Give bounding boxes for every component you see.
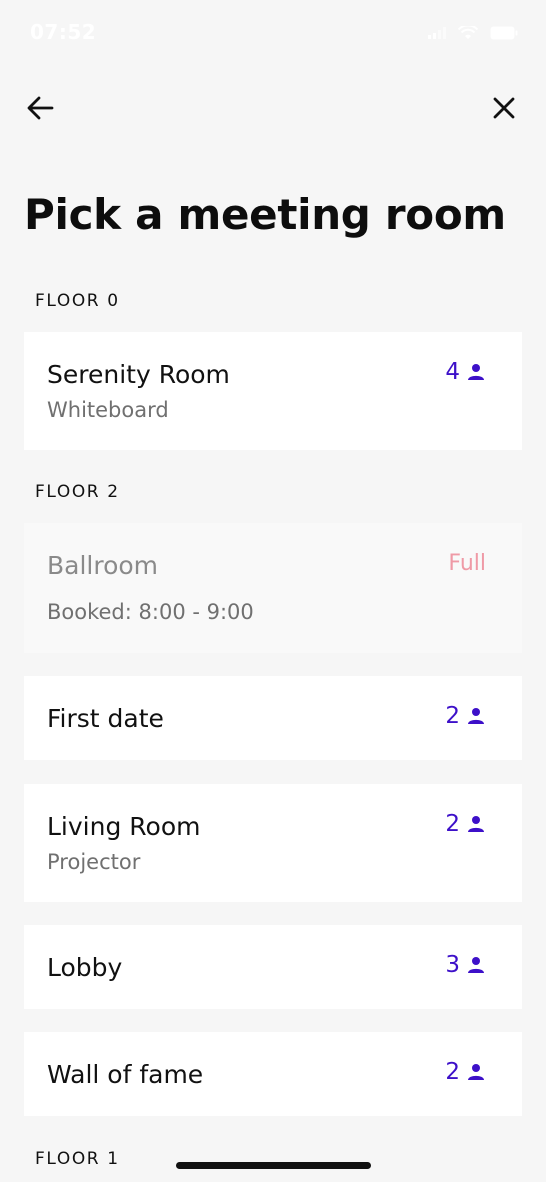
status-icons [428, 26, 518, 40]
room-detail: Projector [47, 850, 141, 874]
capacity-badge: 3 [445, 952, 486, 978]
booking-info: Booked: 8:00 - 9:00 [47, 600, 254, 624]
close-button[interactable] [488, 92, 520, 124]
signal-icon [428, 27, 446, 39]
arrow-left-icon [27, 96, 54, 120]
room-name: Living Room [47, 812, 201, 841]
capacity-count: 2 [445, 703, 460, 729]
capacity-badge: 2 [445, 703, 486, 729]
room-name: Lobby [47, 953, 123, 982]
back-button[interactable] [24, 92, 58, 124]
status-bar: 07:52 [0, 0, 546, 66]
section-header-floor-1: FLOOR 1 [35, 1149, 120, 1169]
battery-icon [490, 26, 518, 40]
room-name: Wall of fame [47, 1060, 204, 1089]
room-card-ballroom: Ballroom Booked: 8:00 - 9:00 Full [24, 523, 522, 653]
room-name: Serenity Room [47, 360, 230, 389]
capacity-count: 2 [445, 1059, 460, 1085]
room-card-wall-of-fame[interactable]: Wall of fame 2 [24, 1032, 522, 1116]
room-card-living-room[interactable]: Living Room Projector 2 [24, 784, 522, 902]
person-icon [468, 816, 484, 832]
section-header-floor-0: FLOOR 0 [35, 291, 120, 311]
capacity-count: 3 [445, 952, 460, 978]
capacity-badge: 4 [445, 359, 486, 385]
capacity-badge: 2 [445, 1059, 486, 1085]
section-header-floor-2: FLOOR 2 [35, 482, 120, 502]
room-name: Ballroom [47, 551, 159, 580]
room-name: First date [47, 704, 164, 733]
capacity-count: 4 [445, 359, 460, 385]
wifi-icon [458, 26, 478, 39]
close-icon [493, 97, 515, 119]
capacity-badge: 2 [445, 811, 486, 837]
room-detail: Whiteboard [47, 398, 169, 422]
person-icon [468, 364, 484, 380]
status-time: 07:52 [30, 20, 97, 44]
person-icon [468, 708, 484, 724]
page-title: Pick a meeting room [24, 190, 506, 239]
room-card-serenity-room[interactable]: Serenity Room Whiteboard 4 [24, 332, 522, 450]
person-icon [468, 957, 484, 973]
room-card-lobby[interactable]: Lobby 3 [24, 925, 522, 1009]
home-indicator [176, 1162, 371, 1169]
full-status: Full [448, 551, 486, 576]
person-icon [468, 1064, 484, 1080]
capacity-count: 2 [445, 811, 460, 837]
room-card-first-date[interactable]: First date 2 [24, 676, 522, 760]
